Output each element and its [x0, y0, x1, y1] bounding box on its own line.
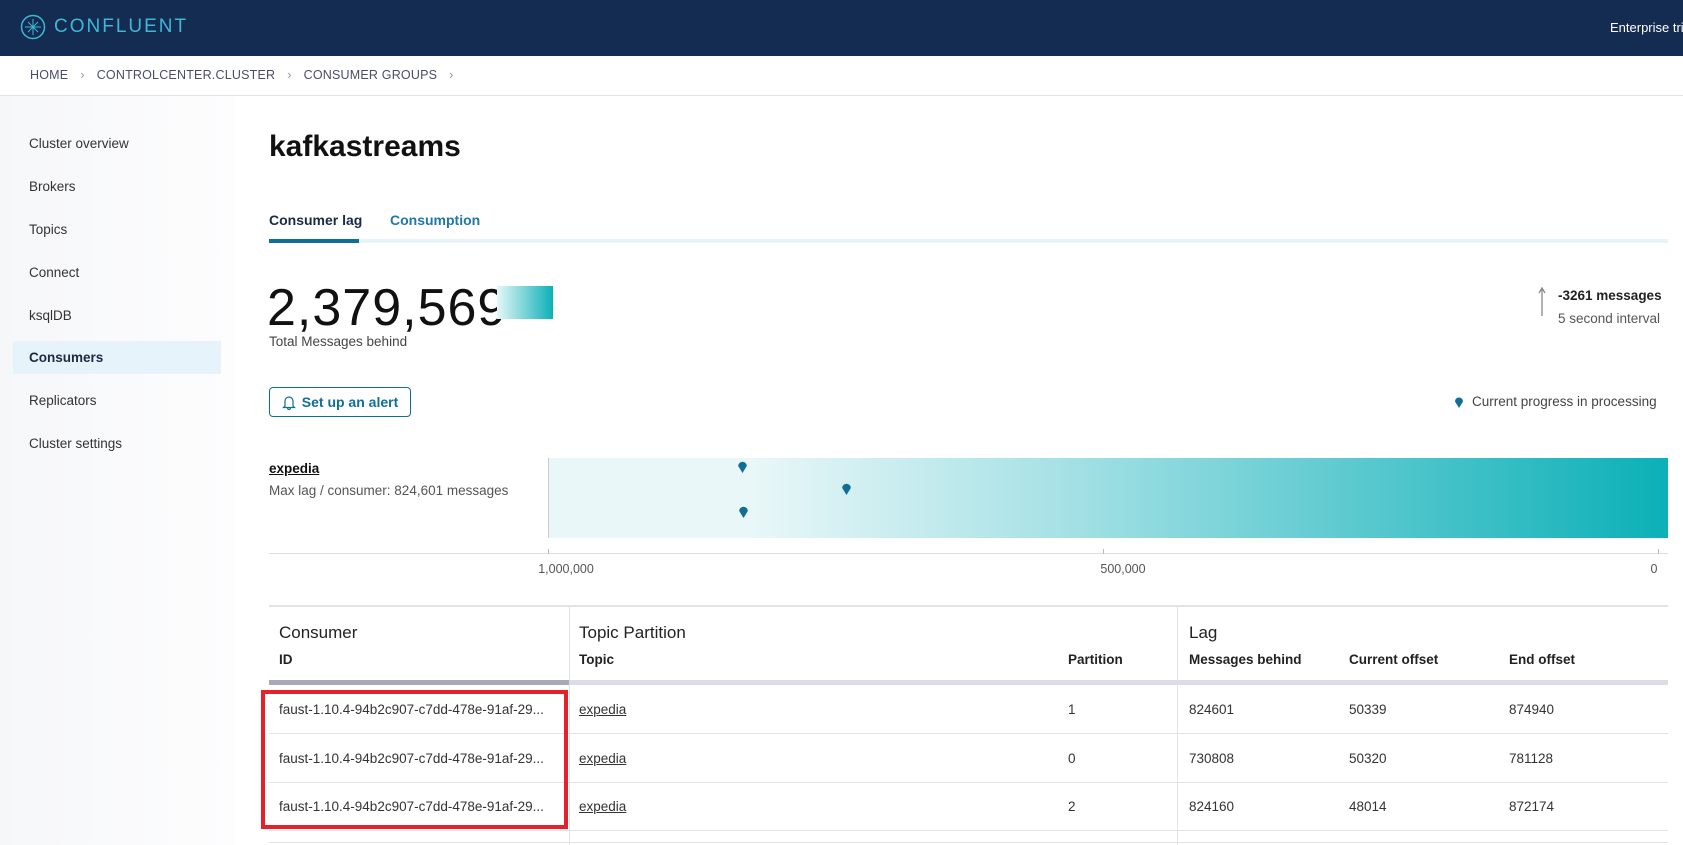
- axis-tick: [1658, 549, 1659, 554]
- consumer-progress-marker[interactable]: [737, 459, 748, 473]
- sidebar-item-topics[interactable]: Topics: [13, 213, 221, 246]
- end-offset: 872174: [1509, 799, 1555, 814]
- sidebar-item-connect[interactable]: Connect: [13, 256, 221, 289]
- consumer-progress-marker[interactable]: [738, 504, 749, 518]
- sidebar-item-cluster-overview[interactable]: Cluster overview: [13, 127, 221, 160]
- chevron-right-icon: ›: [80, 68, 85, 82]
- partition: 1: [1068, 702, 1076, 717]
- chart-legend: Current progress in processing: [1454, 394, 1657, 409]
- breadcrumb-home[interactable]: HOME: [30, 68, 68, 82]
- column-header-topic[interactable]: Topic: [579, 652, 614, 667]
- messages-behind: 730808: [1189, 751, 1235, 766]
- column-header-end-offset[interactable]: End offset: [1509, 652, 1575, 667]
- messages-behind: 824601: [1189, 702, 1235, 717]
- messages-behind: 824160: [1189, 799, 1235, 814]
- chevron-right-icon: ›: [449, 68, 454, 82]
- lag-axis: [269, 553, 1668, 554]
- set-up-alert-label: Set up an alert: [301, 394, 399, 410]
- lag-delta: -3261 messages: [1558, 288, 1662, 303]
- table-top-border: [269, 605, 1668, 607]
- brand-name: CONFLUENT: [54, 16, 189, 37]
- current-offset: 48014: [1349, 799, 1387, 814]
- group-header-lag: Lag: [1189, 623, 1218, 642]
- end-offset: 781128: [1509, 751, 1554, 766]
- current-offset: 50339: [1349, 702, 1387, 717]
- active-tab-indicator: [269, 239, 359, 243]
- top-bar: [0, 0, 1683, 56]
- sorted-column-indicator: [269, 680, 569, 685]
- divider: [0, 95, 1683, 96]
- sidebar-item-cluster-settings[interactable]: Cluster settings: [13, 427, 221, 460]
- partition: 2: [1068, 799, 1076, 814]
- sidebar-item-brokers[interactable]: Brokers: [13, 170, 221, 203]
- breadcrumb-cluster[interactable]: CONTROLCENTER.CLUSTER: [97, 68, 276, 82]
- topic-link[interactable]: expedia: [579, 799, 626, 814]
- enterprise-trial-label[interactable]: Enterprise trial: [1610, 20, 1683, 35]
- breadcrumb-consumer-groups[interactable]: CONSUMER GROUPS: [304, 68, 438, 82]
- axis-tick-label: 500,000: [1100, 562, 1146, 576]
- column-header-messages-behind[interactable]: Messages behind: [1189, 652, 1302, 667]
- group-header-consumer: Consumer: [279, 623, 358, 642]
- topic-link[interactable]: expedia: [579, 702, 626, 717]
- partition: 0: [1068, 751, 1076, 766]
- sidebar-item-ksqldb[interactable]: ksqlDB: [13, 299, 221, 332]
- page-title: kafkastreams: [269, 130, 461, 163]
- set-up-alert-button[interactable]: Set up an alert: [269, 387, 411, 417]
- header-underline: [569, 680, 1668, 685]
- column-header-current-offset[interactable]: Current offset: [1349, 652, 1438, 667]
- topic-link[interactable]: expedia: [269, 461, 319, 476]
- lag-gradient-swatch: [497, 286, 553, 319]
- sidebar-item-replicators[interactable]: Replicators: [13, 384, 221, 417]
- tab-consumption[interactable]: Consumption: [390, 212, 480, 228]
- axis-tick-label: 0: [1650, 562, 1658, 576]
- tab-consumer-lag[interactable]: Consumer lag: [269, 212, 362, 228]
- topic-link[interactable]: expedia: [579, 751, 626, 766]
- lag-bar: [548, 458, 1668, 538]
- column-header-partition[interactable]: Partition: [1068, 652, 1123, 667]
- column-header-id[interactable]: ID: [279, 652, 293, 667]
- group-header-topic-partition: Topic Partition: [579, 623, 686, 642]
- max-lag-label: Max lag / consumer: 824,601 messages: [269, 483, 509, 498]
- highlight-box: [261, 690, 568, 829]
- chevron-right-icon: ›: [287, 68, 292, 82]
- sidebar-item-consumers[interactable]: Consumers: [13, 341, 221, 374]
- breadcrumb: HOME › CONTROLCENTER.CLUSTER › CONSUMER GR…: [30, 68, 454, 82]
- consumer-progress-marker[interactable]: [841, 481, 852, 495]
- current-offset: 50320: [1349, 751, 1387, 766]
- map-pin-icon: [1455, 397, 1463, 408]
- arrow-up-icon: [1538, 286, 1546, 316]
- axis-tick: [548, 549, 549, 554]
- axis-tick: [1103, 549, 1104, 554]
- bell-icon: [281, 395, 296, 410]
- total-messages-label: Total Messages behind: [269, 334, 408, 349]
- sidebar: Cluster overview Brokers Topics Connect …: [0, 96, 235, 845]
- legend-label: Current progress in processing: [1472, 394, 1657, 409]
- confluent-logo[interactable]: CONFLUENT: [20, 14, 188, 40]
- table-bottom-border: [269, 842, 1668, 843]
- axis-tick-label: 1,000,000: [538, 562, 594, 576]
- tab-bar-line: [269, 239, 1668, 243]
- total-messages-behind: 2,379,569: [267, 279, 508, 337]
- delta-interval: 5 second interval: [1558, 311, 1661, 326]
- end-offset: 874940: [1509, 702, 1555, 717]
- confluent-logo-icon: [20, 14, 46, 40]
